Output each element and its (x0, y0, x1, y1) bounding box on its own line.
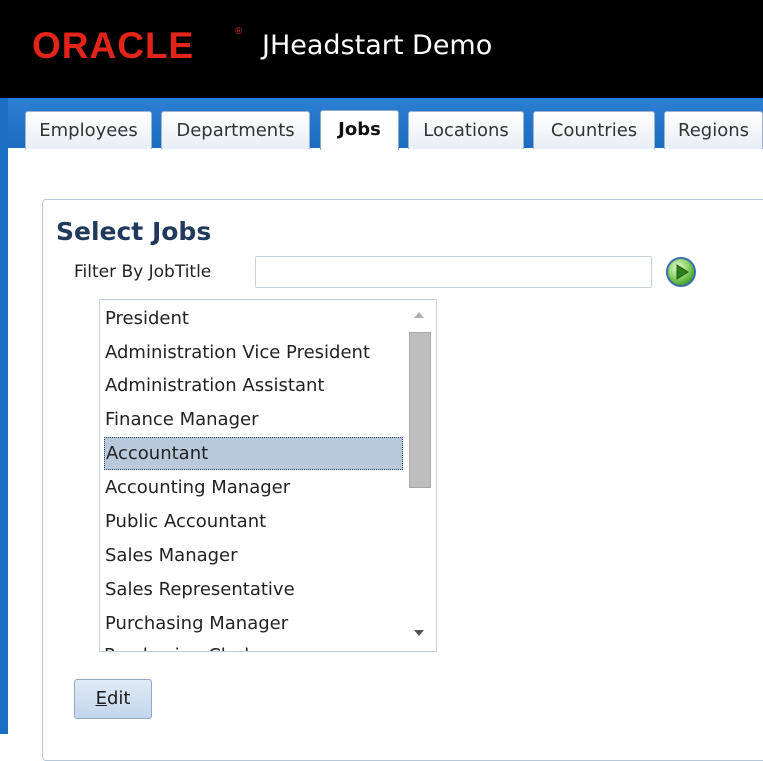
edit-button[interactable]: Edit (74, 679, 152, 719)
edit-access-key: E (95, 688, 107, 709)
list-item[interactable]: Public Accountant (104, 506, 405, 538)
app-header: ORACLE ® JHeadstart Demo (0, 0, 763, 98)
list-item-selected[interactable]: Accountant (104, 437, 403, 470)
list-item[interactable]: Sales Representative (104, 574, 405, 606)
registered-mark: ® (235, 26, 243, 37)
list-item[interactable]: Accounting Manager (104, 472, 405, 504)
scroll-down-icon[interactable] (405, 622, 433, 644)
scroll-up-icon[interactable] (405, 304, 433, 326)
list-item[interactable]: Administration Assistant (104, 370, 405, 402)
oracle-logo: ORACLE (32, 25, 195, 66)
filter-label: Filter By JobTitle (74, 262, 212, 282)
tab-jobs[interactable]: Jobs (320, 110, 399, 150)
tab-employees[interactable]: Employees (25, 111, 152, 149)
list-item[interactable]: Administration Vice President (104, 337, 405, 369)
tab-countries[interactable]: Countries (533, 111, 655, 149)
list-item[interactable]: Finance Manager (104, 404, 405, 436)
section-title: Select Jobs (56, 217, 212, 246)
list-item[interactable]: President (104, 303, 405, 335)
edit-button-label: dit (106, 688, 131, 709)
tab-regions[interactable]: Regions (664, 111, 763, 149)
scroll-thumb[interactable] (409, 332, 431, 488)
listbox-scrollbar[interactable] (405, 300, 433, 650)
list-item[interactable]: Purchasing Manager (104, 608, 405, 640)
app-title: JHeadstart Demo (262, 30, 493, 61)
jobs-listbox[interactable]: President Administration Vice President … (99, 299, 437, 652)
tab-departments[interactable]: Departments (161, 111, 310, 149)
list-item[interactable]: Sales Manager (104, 540, 405, 572)
filter-jobtitle-input[interactable] (255, 256, 652, 288)
go-arrow-icon[interactable] (665, 256, 697, 288)
tab-locations[interactable]: Locations (408, 111, 524, 149)
list-item-partial[interactable]: Purchasing Clerk (104, 640, 255, 651)
